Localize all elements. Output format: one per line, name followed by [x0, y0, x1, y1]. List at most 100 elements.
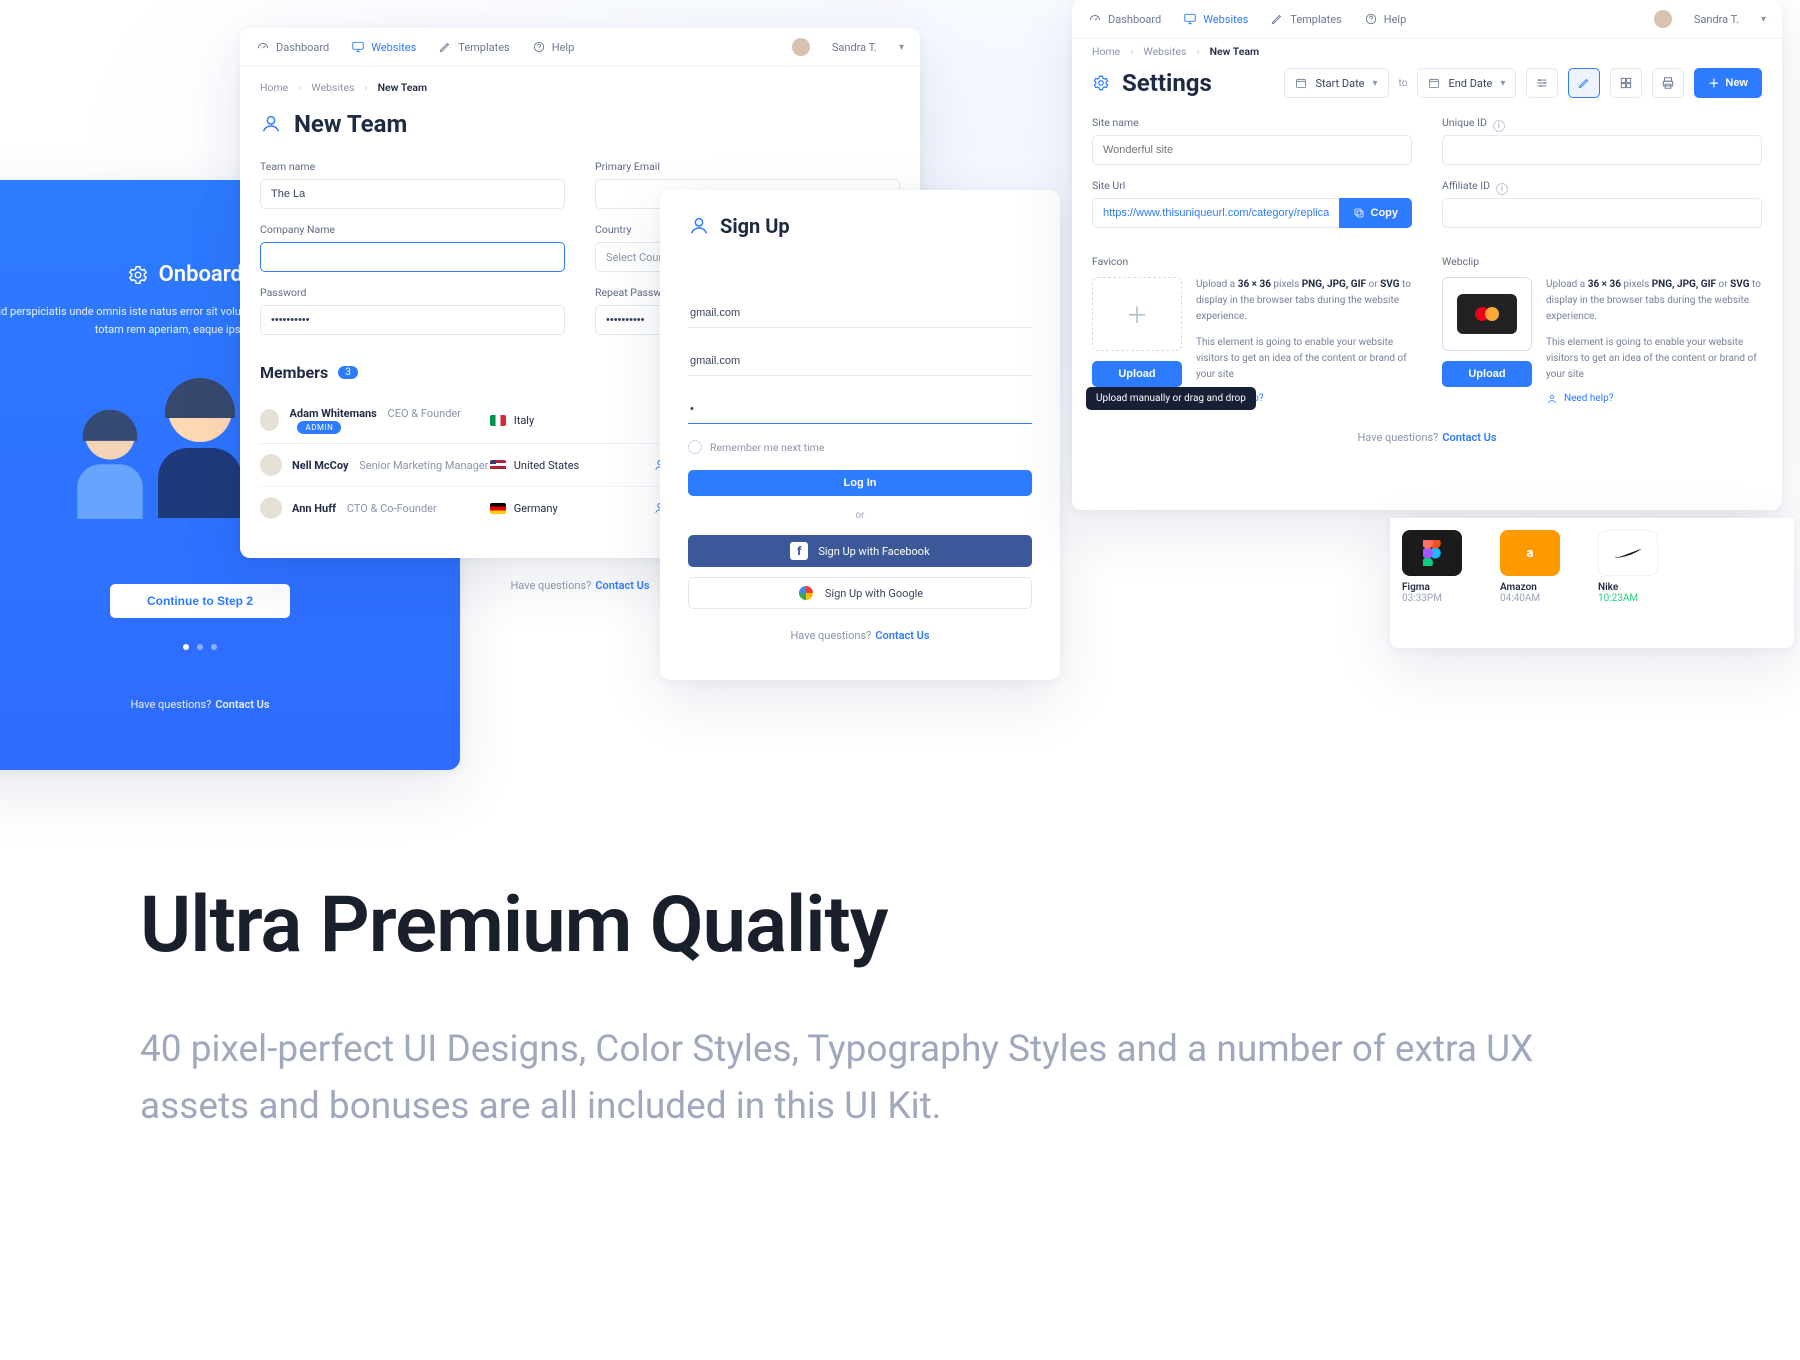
user-avatar[interactable] — [792, 38, 810, 56]
nike-icon — [1613, 546, 1643, 560]
user-icon — [1546, 393, 1558, 405]
signup-password-input[interactable] — [688, 394, 1032, 424]
unique-id-input[interactable] — [1442, 135, 1762, 165]
affiliate-id-label: Affiliate ID — [1442, 179, 1490, 192]
nav-dashboard[interactable]: Dashboard — [1088, 12, 1161, 26]
sliders-icon — [1535, 76, 1549, 90]
printer-icon — [1661, 76, 1675, 90]
member-role: Senior Marketing Manager — [359, 459, 488, 472]
step-dot[interactable] — [183, 644, 189, 650]
unique-id-label: Unique ID — [1442, 116, 1487, 129]
user-icon — [688, 215, 710, 237]
webclip-upload-button[interactable]: Upload — [1442, 361, 1532, 387]
member-name: Ann Huff — [292, 502, 336, 515]
nav-dashboard[interactable]: Dashboard — [256, 40, 329, 54]
edit-mode-button[interactable] — [1568, 68, 1600, 98]
affiliate-id-input[interactable] — [1442, 198, 1762, 228]
gauge-icon — [1088, 12, 1102, 26]
monitor-icon — [351, 40, 365, 54]
favicon-label: Favicon — [1092, 255, 1128, 268]
user-name: Sandra T. — [832, 41, 877, 54]
nav-websites[interactable]: Websites — [1183, 12, 1248, 26]
filter-button[interactable] — [1526, 68, 1558, 98]
nav-help[interactable]: Help — [1364, 12, 1407, 26]
gear-icon — [1092, 74, 1110, 92]
user-avatar[interactable] — [1654, 10, 1672, 28]
password-input[interactable] — [260, 305, 565, 335]
avatar — [260, 497, 282, 519]
integration-time: 04:40AM — [1500, 593, 1584, 604]
flag-icon — [490, 503, 506, 514]
breadcrumb-item[interactable]: Websites — [311, 81, 354, 94]
signup-email-input[interactable] — [688, 298, 1032, 328]
team-name-label: Team name — [260, 160, 565, 173]
or-separator: or — [688, 510, 1032, 521]
onboarding-footer: Have questions?Contact Us — [0, 698, 432, 711]
contact-link[interactable]: Contact Us — [215, 698, 269, 711]
copy-button[interactable]: Copy — [1339, 198, 1413, 228]
signup-confirm-email-input[interactable] — [688, 346, 1032, 376]
favicon-upload-button[interactable]: Upload — [1092, 361, 1182, 387]
start-date-picker[interactable]: Start Date▾ — [1284, 68, 1388, 98]
member-role: CTO & Co-Founder — [347, 502, 437, 515]
chevron-down-icon[interactable]: ▾ — [899, 42, 904, 53]
favicon-dropzone[interactable]: ＋ — [1092, 277, 1182, 351]
flag-icon — [490, 415, 506, 426]
login-button[interactable]: Log In — [688, 470, 1032, 496]
members-heading: Members — [260, 363, 328, 382]
info-icon[interactable]: i — [1493, 120, 1505, 132]
avatar — [260, 409, 279, 431]
facebook-signup-button[interactable]: f Sign Up with Facebook — [688, 535, 1032, 567]
end-date-picker[interactable]: End Date▾ — [1417, 68, 1516, 98]
breadcrumb-current: New Team — [378, 81, 428, 94]
remember-checkbox[interactable] — [688, 440, 702, 454]
plus-icon: ＋ — [1126, 298, 1148, 330]
breadcrumb-item[interactable]: Home — [1092, 45, 1120, 58]
grid-icon — [1619, 76, 1633, 90]
facebook-icon: f — [790, 542, 808, 560]
nav-templates[interactable]: Templates — [1270, 12, 1341, 26]
team-name-input[interactable] — [260, 179, 565, 209]
avatar — [260, 454, 282, 476]
company-name-input[interactable] — [260, 242, 565, 272]
member-name: Adam Whitemans — [289, 407, 376, 420]
webclip-help-text: Upload a 36 × 36 pixels PNG, JPG, GIF or… — [1546, 277, 1762, 407]
webclip-preview[interactable] — [1442, 277, 1532, 351]
hero-title: Ultra Premium Quality — [140, 880, 1660, 971]
settings-footer: Have questions?Contact Us — [1092, 431, 1762, 444]
user-name: Sandra T. — [1694, 13, 1739, 26]
nav-templates[interactable]: Templates — [438, 40, 509, 54]
breadcrumb: Home › Websites › New Team — [260, 81, 900, 94]
integration-item[interactable]: a Amazon 04:40AM — [1500, 530, 1584, 604]
integration-name: Nike — [1598, 582, 1682, 593]
step-dot[interactable] — [211, 644, 217, 650]
site-url-input[interactable] — [1092, 198, 1339, 228]
chevron-down-icon[interactable]: ▾ — [1761, 14, 1766, 25]
help-icon — [532, 40, 546, 54]
nav-websites[interactable]: Websites — [351, 40, 416, 54]
company-name-label: Company Name — [260, 223, 565, 236]
integration-item[interactable]: Figma 03:33PM — [1402, 530, 1486, 604]
help-icon — [1364, 12, 1378, 26]
grid-view-button[interactable] — [1610, 68, 1642, 98]
info-icon[interactable]: i — [1496, 183, 1508, 195]
contact-link[interactable]: Contact Us — [595, 579, 649, 592]
google-signup-button[interactable]: Sign Up with Google — [688, 577, 1032, 609]
nav-help[interactable]: Help — [532, 40, 575, 54]
site-name-input[interactable] — [1092, 135, 1412, 165]
step-dot[interactable] — [197, 644, 203, 650]
breadcrumb-item[interactable]: Websites — [1143, 45, 1186, 58]
password-label: Password — [260, 286, 565, 299]
contact-link[interactable]: Contact Us — [875, 629, 929, 642]
breadcrumb-item[interactable]: Home — [260, 81, 288, 94]
amazon-icon: a — [1527, 546, 1534, 561]
integration-item[interactable]: Nike 10:23AM — [1598, 530, 1682, 604]
breadcrumb-current: New Team — [1210, 45, 1260, 58]
integrations-panel: Figma 03:33PMa Amazon 04:40AM Nike 10:23… — [1390, 518, 1794, 648]
contact-link[interactable]: Contact Us — [1442, 431, 1496, 444]
mastercard-icon — [1475, 306, 1499, 322]
member-country: United States — [514, 459, 579, 472]
need-help-link[interactable]: Need help? — [1546, 391, 1762, 407]
print-button[interactable] — [1652, 68, 1684, 98]
new-button[interactable]: ＋New — [1694, 68, 1762, 98]
